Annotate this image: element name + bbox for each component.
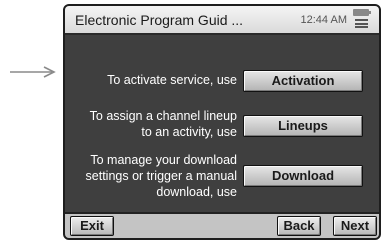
exit-button[interactable]: Exit (70, 216, 114, 236)
bottom-bar: Exit Back Next (65, 212, 379, 238)
device-screen: Electronic Program Guid ... 12:44 AM To … (63, 4, 381, 240)
pointer-arrow-icon (10, 66, 56, 78)
back-button[interactable]: Back (277, 216, 321, 236)
activation-button[interactable]: Activation (243, 70, 363, 92)
download-label: To manage your download settings or trig… (85, 153, 237, 199)
battery-icon (353, 9, 371, 16)
download-button[interactable]: Download (243, 165, 363, 187)
lineups-label: To assign a channel lineup to an activit… (89, 109, 237, 139)
title-bar: Electronic Program Guid ... 12:44 AM (65, 6, 379, 35)
menu-icon[interactable] (355, 19, 368, 28)
screen-title: Electronic Program Guid ... (75, 12, 244, 28)
next-button[interactable]: Next (333, 216, 377, 236)
clock: 12:44 AM (300, 14, 347, 26)
lineups-button[interactable]: Lineups (243, 115, 363, 137)
activation-label: To activate service, use (107, 73, 237, 87)
